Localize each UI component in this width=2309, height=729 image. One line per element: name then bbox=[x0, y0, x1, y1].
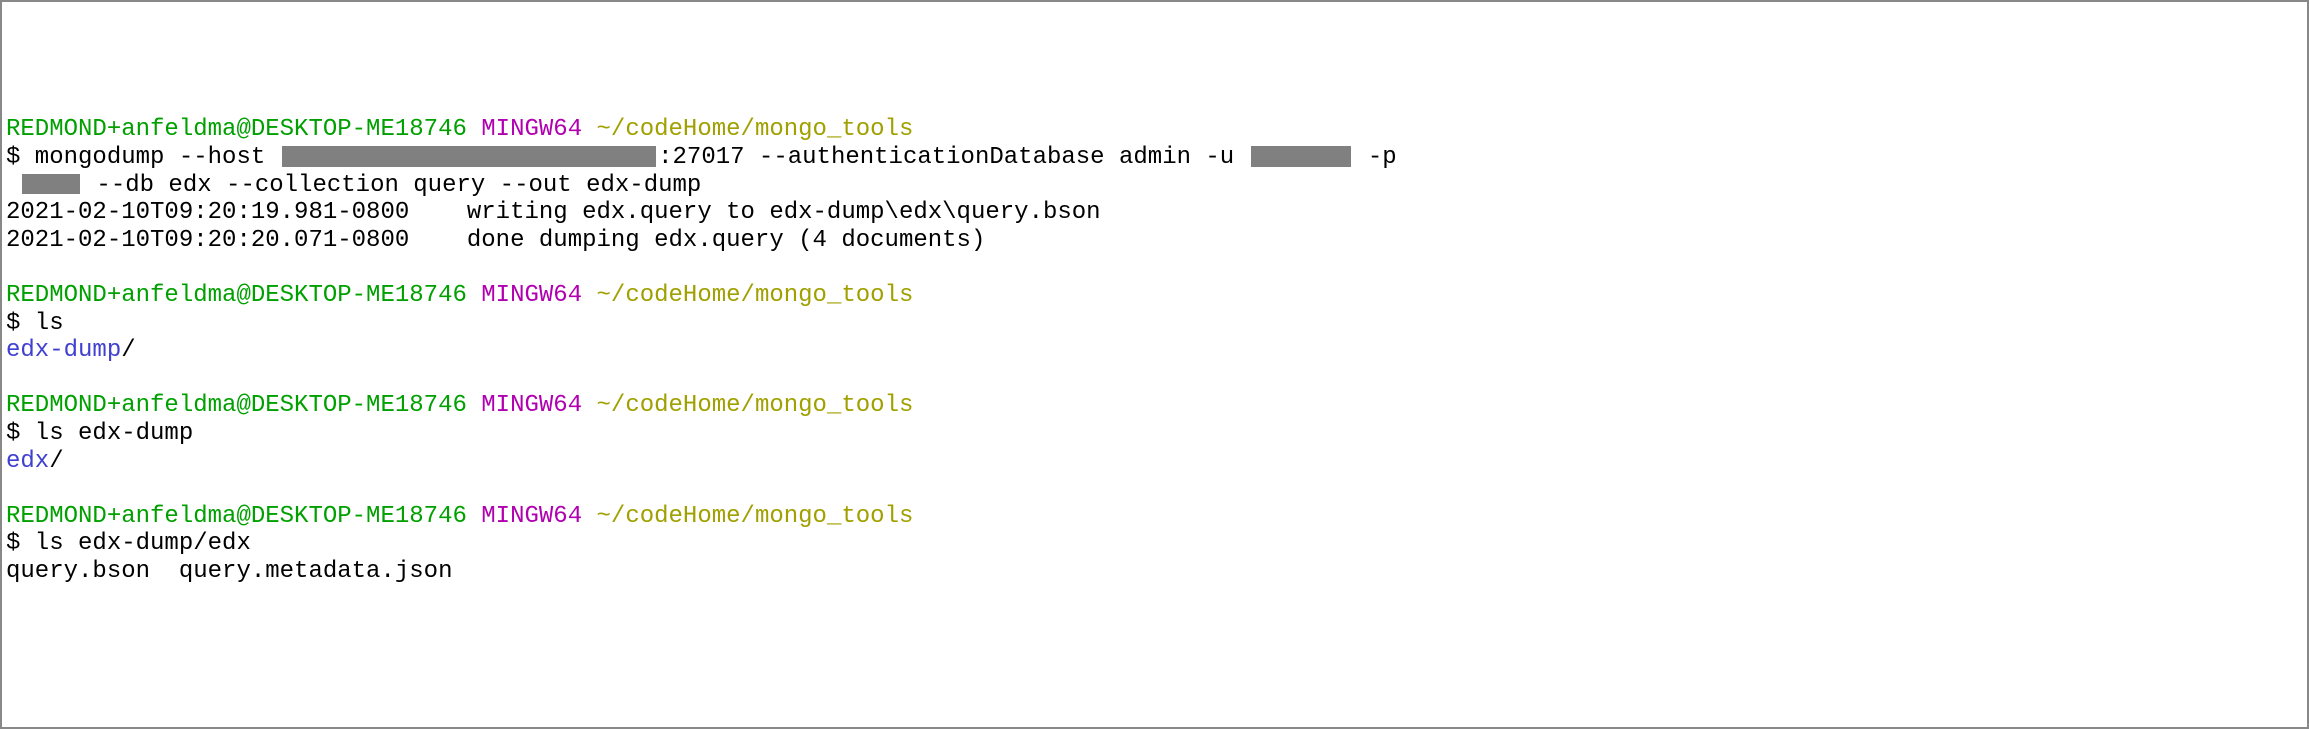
output-line: query.bson query.metadata.json bbox=[6, 558, 2303, 586]
redacted-host bbox=[282, 146, 656, 166]
command-text: $ mongodump --host bbox=[6, 144, 280, 171]
command-text bbox=[6, 172, 20, 199]
redacted-password bbox=[22, 174, 80, 194]
prompt-line: REDMOND+anfeldma@DESKTOP-ME18746 MINGW64… bbox=[6, 116, 2303, 144]
command-text: -p bbox=[1353, 144, 1396, 171]
prompt-line: REDMOND+anfeldma@DESKTOP-ME18746 MINGW64… bbox=[6, 503, 2303, 531]
blank-line bbox=[6, 254, 2303, 282]
directory-name: edx bbox=[6, 448, 49, 475]
shell-name: MINGW64 bbox=[481, 282, 582, 309]
command-line: --db edx --collection query --out edx-du… bbox=[6, 172, 2303, 200]
command-line: $ ls edx-dump/edx bbox=[6, 530, 2303, 558]
blank-line bbox=[6, 475, 2303, 503]
working-dir: ~/codeHome/mongo_tools bbox=[597, 282, 914, 309]
working-dir: ~/codeHome/mongo_tools bbox=[597, 116, 914, 143]
slash: / bbox=[49, 448, 63, 475]
output-line: 2021-02-10T09:20:20.071-0800 done dumpin… bbox=[6, 227, 2303, 255]
prompt-line: REDMOND+anfeldma@DESKTOP-ME18746 MINGW64… bbox=[6, 392, 2303, 420]
prompt-line: REDMOND+anfeldma@DESKTOP-ME18746 MINGW64… bbox=[6, 282, 2303, 310]
user-host: REDMOND+anfeldma@DESKTOP-ME18746 bbox=[6, 392, 467, 419]
command-line: $ ls edx-dump bbox=[6, 420, 2303, 448]
shell-name: MINGW64 bbox=[481, 503, 582, 530]
user-host: REDMOND+anfeldma@DESKTOP-ME18746 bbox=[6, 116, 467, 143]
shell-name: MINGW64 bbox=[481, 116, 582, 143]
command-text: :27017 --authenticationDatabase admin -u bbox=[658, 144, 1249, 171]
redacted-user bbox=[1251, 146, 1352, 166]
command-line: $ mongodump --host :27017 --authenticati… bbox=[6, 144, 2303, 172]
output-line: edx-dump/ bbox=[6, 337, 2303, 365]
output-line: 2021-02-10T09:20:19.981-0800 writing edx… bbox=[6, 199, 2303, 227]
directory-name: edx-dump bbox=[6, 337, 121, 364]
slash: / bbox=[121, 337, 135, 364]
blank-line bbox=[6, 365, 2303, 393]
command-text: --db edx --collection query --out edx-du… bbox=[82, 172, 701, 199]
working-dir: ~/codeHome/mongo_tools bbox=[597, 503, 914, 530]
user-host: REDMOND+anfeldma@DESKTOP-ME18746 bbox=[6, 282, 467, 309]
working-dir: ~/codeHome/mongo_tools bbox=[597, 392, 914, 419]
terminal-output[interactable]: REDMOND+anfeldma@DESKTOP-ME18746 MINGW64… bbox=[6, 116, 2303, 585]
command-line: $ ls bbox=[6, 310, 2303, 338]
user-host: REDMOND+anfeldma@DESKTOP-ME18746 bbox=[6, 503, 467, 530]
shell-name: MINGW64 bbox=[481, 392, 582, 419]
output-line: edx/ bbox=[6, 448, 2303, 476]
